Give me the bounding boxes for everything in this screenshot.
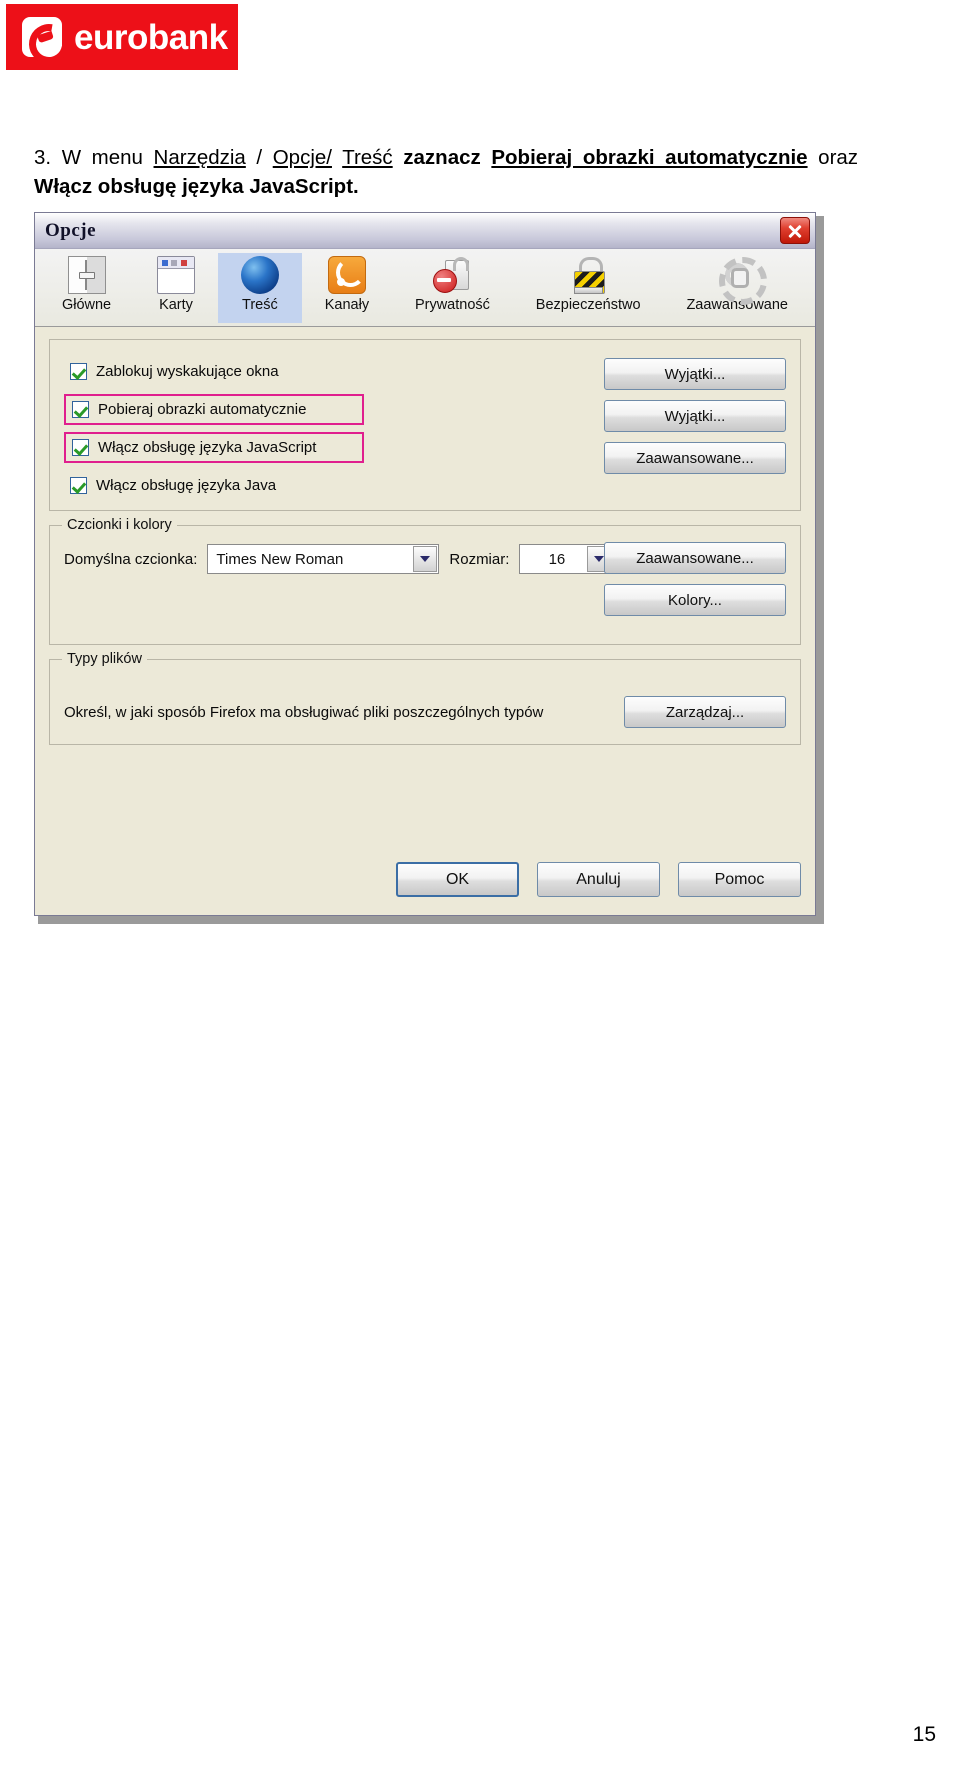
default-font-value: Times New Roman (216, 550, 344, 568)
instruction-word-oraz: oraz (818, 145, 859, 169)
eurobank-brand-bar: eurobank (6, 4, 238, 70)
font-size-value: 16 (548, 550, 566, 568)
tab-prywatnosc[interactable]: Prywatność (392, 253, 513, 323)
instruction-option-pobieraj: Pobieraj obrazki automatycznie (491, 145, 808, 169)
instruction-period: . (353, 174, 359, 198)
file-types-legend: Typy plików (62, 651, 147, 667)
font-size-select[interactable]: 16 (519, 544, 614, 574)
instruction-word-menu: menu (91, 145, 143, 169)
tresc-panel: Zablokuj wyskakujące okna Pobieraj obraz… (35, 327, 815, 915)
ok-button[interactable]: OK (396, 862, 519, 897)
instruction-menu-narzedzia: Narzędzia (153, 145, 246, 169)
fonts-advanced-button[interactable]: Zaawansowane... (604, 542, 786, 574)
checkbox-row-block-popups[interactable]: Zablokuj wyskakujące okna (64, 356, 364, 387)
popup-exceptions-button[interactable]: Wyjątki... (604, 358, 786, 390)
instruction-step-3: 3. W menu Narzędzia / Opcje/ Treść zazna… (34, 143, 858, 201)
chevron-down-icon[interactable] (413, 546, 438, 572)
checkbox-row-load-images[interactable]: Pobieraj obrazki automatycznie (64, 394, 364, 425)
instruction-word-w: W (61, 145, 82, 169)
step-number: 3. (34, 145, 52, 169)
fonts-group-legend: Czcionki i kolory (62, 517, 177, 533)
checkbox-row-enable-java[interactable]: Włącz obsługę języka Java (64, 470, 364, 501)
help-button[interactable]: Pomoc (678, 862, 801, 897)
image-exceptions-button[interactable]: Wyjątki... (604, 400, 786, 432)
font-size-label: Rozmiar: (449, 550, 510, 568)
dialog-tabstrip: Główne Karty Treść Kanały Prywatność Bez… (35, 249, 815, 327)
instruction-menu-tresc: Treść (342, 145, 393, 169)
checkbox-column: Zablokuj wyskakujące okna Pobieraj obraz… (64, 356, 604, 510)
tab-label: Główne (61, 297, 112, 313)
options-dialog: Opcje Główne Karty Treść Kanały Prywatno… (34, 212, 816, 916)
instruction-word-zaznacz: zaznacz (403, 145, 481, 169)
fonts-and-colors-group: Czcionki i kolory Domyślna czcionka: Tim… (49, 517, 801, 645)
checkbox-load-images[interactable] (72, 401, 89, 418)
padlock-base (574, 287, 604, 294)
instruction-option-wlacz-js: Włącz obsługę języka JavaScript (34, 174, 354, 198)
checkbox-label: Pobieraj obrazki automatycznie (98, 401, 307, 418)
options-dialog-screenshot: Opcje Główne Karty Treść Kanały Prywatno… (34, 212, 824, 924)
cancel-button[interactable]: Anuluj (537, 862, 660, 897)
content-options-buttons: Wyjątki... Wyjątki... Zaawansowane... (604, 356, 786, 510)
manage-file-types-button[interactable]: Zarządzaj... (624, 696, 786, 728)
content-options-group: Zablokuj wyskakujące okna Pobieraj obraz… (49, 339, 801, 511)
dialog-action-buttons: OK Anuluj Pomoc (35, 862, 801, 897)
checkbox-block-popups[interactable] (70, 363, 87, 380)
tab-tresc[interactable]: Treść (217, 253, 302, 323)
checkbox-label: Włącz obsługę języka JavaScript (98, 439, 317, 456)
default-font-label: Domyślna czcionka: (64, 550, 198, 568)
page-number: 15 (912, 1723, 936, 1746)
folder-arc (453, 257, 470, 271)
checkbox-row-enable-javascript[interactable]: Włącz obsługę języka JavaScript (64, 432, 364, 463)
checkbox-enable-java[interactable] (70, 477, 87, 494)
no-entry-folder-icon (433, 256, 471, 294)
tab-label: Bezpieczeństwo (535, 297, 641, 313)
gear-icon (718, 256, 768, 305)
dialog-titlebar: Opcje (35, 213, 815, 249)
tab-label: Prywatność (414, 297, 490, 313)
checkbox-label: Zablokuj wyskakujące okna (96, 363, 279, 380)
rss-feed-icon (327, 256, 366, 294)
brand-name: eurobank (74, 17, 228, 57)
globe-icon (240, 256, 279, 294)
instruction-slash: / (256, 145, 263, 169)
checkbox-label: Włącz obsługę języka Java (96, 477, 277, 494)
no-entry-bar (437, 278, 452, 282)
tab-glowne[interactable]: Główne (39, 253, 134, 323)
checkbox-enable-javascript[interactable] (72, 439, 89, 456)
instruction-menu-opcje: Opcje/ (272, 145, 332, 169)
padlock-icon (569, 256, 607, 294)
eurobank-e-mark-icon (22, 17, 62, 57)
tab-kanaly[interactable]: Kanały (302, 253, 392, 323)
file-types-group: Typy plików Określ, w jaki sposób Firefo… (49, 651, 801, 745)
sliders-icon (67, 256, 106, 294)
tab-label: Kanały (324, 297, 370, 313)
default-font-select[interactable]: Times New Roman (207, 544, 440, 574)
tab-karty[interactable]: Karty (134, 253, 218, 323)
tabs-icon (156, 256, 195, 294)
close-icon[interactable] (780, 217, 810, 244)
tab-label: Karty (159, 297, 193, 313)
tab-bezpieczenstwo[interactable]: Bezpieczeństwo (513, 253, 664, 323)
file-types-description: Określ, w jaki sposób Firefox ma obsługi… (64, 703, 544, 721)
tab-zaawansowane[interactable]: Zaawansowane (664, 253, 811, 323)
tab-label: Treść (242, 297, 278, 313)
colors-button[interactable]: Kolory... (604, 584, 786, 616)
fonts-group-buttons: Zaawansowane... Kolory... (604, 542, 786, 616)
dialog-title: Opcje (45, 219, 97, 241)
javascript-advanced-button[interactable]: Zaawansowane... (604, 442, 786, 474)
